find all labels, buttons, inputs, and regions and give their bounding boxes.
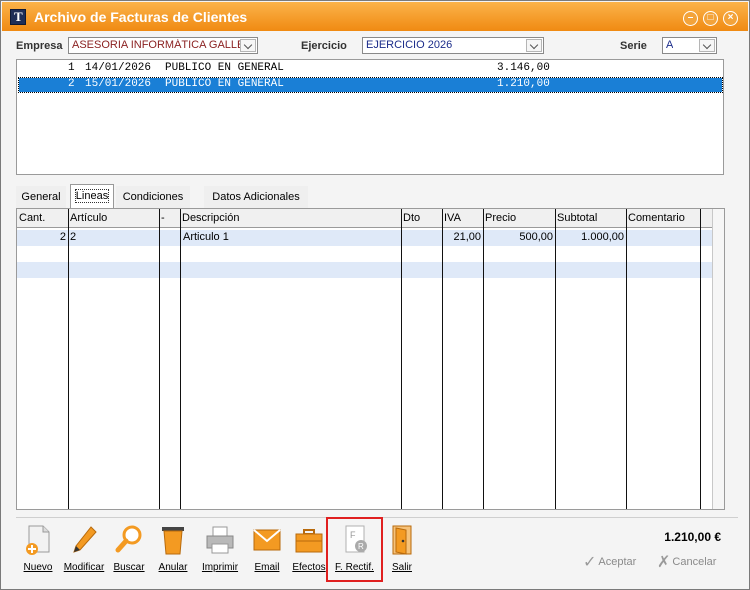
pencil-icon xyxy=(73,526,97,553)
anular-button[interactable]: Anular xyxy=(153,524,193,582)
table-row-empty[interactable] xyxy=(17,246,714,262)
envelope-icon xyxy=(253,529,281,551)
close-icon[interactable]: × xyxy=(723,11,738,26)
column-divider xyxy=(700,209,701,509)
cell-precio: 500,00 xyxy=(519,231,553,243)
app-logo-icon xyxy=(10,9,26,25)
column-divider xyxy=(483,209,484,509)
checkmark-icon: ✓ xyxy=(583,554,597,571)
ejercicio-select[interactable]: EJERCICIO 2026 xyxy=(362,37,544,54)
cancelar-button[interactable]: ✗ Cancelar xyxy=(657,552,717,571)
invoice-total: 1.210,00 € xyxy=(664,530,721,544)
chevron-down-icon[interactable] xyxy=(699,39,715,52)
efectos-button[interactable]: Efectos xyxy=(289,524,329,582)
invoice-date: 14/01/2026 xyxy=(85,62,152,74)
serie-select[interactable]: A xyxy=(662,37,717,54)
tab-datos-adicionales[interactable]: Datos Adicionales xyxy=(204,186,308,208)
column-divider xyxy=(626,209,627,509)
invoice-number: 1 xyxy=(68,62,75,74)
invoice-row-selected[interactable]: 2 15/01/2026 PUBLICO EN GENERAL 1.210,00 xyxy=(18,77,723,93)
col-iva[interactable]: IVA xyxy=(444,212,461,224)
col-descripcion[interactable]: Descripción xyxy=(182,212,239,224)
window-title: Archivo de Facturas de Clientes xyxy=(34,9,248,25)
grid-header: Cant. Artículo - Descripción Dto IVA Pre… xyxy=(17,209,714,228)
briefcase-icon xyxy=(295,529,323,553)
maximize-icon[interactable]: □ xyxy=(703,11,718,26)
col-articulo[interactable]: Artículo xyxy=(70,212,107,224)
buscar-label: Buscar xyxy=(113,562,145,573)
col-cant[interactable]: Cant. xyxy=(19,212,45,224)
empresa-select[interactable]: ASESORIA INFORMÁTICA GALLEG xyxy=(68,37,258,54)
cell-iva: 21,00 xyxy=(453,231,481,243)
imprimir-label: Imprimir xyxy=(201,562,239,573)
grid-scrollbar[interactable] xyxy=(712,209,724,509)
minimize-icon[interactable]: – xyxy=(683,11,698,26)
col-precio[interactable]: Precio xyxy=(485,212,516,224)
cancelar-label: Cancelar xyxy=(672,556,717,568)
buscar-button[interactable]: Buscar xyxy=(108,524,150,582)
aceptar-label: Aceptar xyxy=(598,556,637,568)
table-row-empty[interactable] xyxy=(17,262,714,278)
salir-button[interactable]: Salir xyxy=(385,524,419,582)
column-divider xyxy=(555,209,556,509)
trash-bin-icon xyxy=(162,527,184,555)
tab-lineas[interactable]: Lineas xyxy=(70,184,114,208)
salir-label: Salir xyxy=(391,562,412,573)
invoice-date: 15/01/2026 xyxy=(85,78,152,90)
invoice-lines-grid[interactable]: Cant. Artículo - Descripción Dto IVA Pre… xyxy=(16,208,725,510)
empresa-label: Empresa xyxy=(16,40,63,52)
chevron-down-icon[interactable] xyxy=(526,39,542,52)
serie-label: Serie xyxy=(620,40,647,52)
printer-icon xyxy=(206,526,234,554)
column-divider xyxy=(442,209,443,509)
magnifier-icon xyxy=(115,525,142,553)
table-row[interactable]: 2 2 Articulo 1 21,00 500,00 1.000,00 xyxy=(17,230,714,246)
modificar-label: Modificar xyxy=(63,562,105,573)
email-button[interactable]: Email xyxy=(247,524,287,582)
cell-subtotal: 1.000,00 xyxy=(581,231,624,243)
serie-value: A xyxy=(666,39,674,51)
col-dto[interactable]: Dto xyxy=(403,212,420,224)
cell-descripcion: Articulo 1 xyxy=(183,231,229,243)
nuevo-button[interactable]: Nuevo xyxy=(16,524,60,582)
column-divider xyxy=(180,209,181,509)
col-subtotal[interactable]: Subtotal xyxy=(557,212,597,224)
title-bar[interactable]: Archivo de Facturas de Clientes – □ × xyxy=(2,2,748,31)
invoice-amount: 3.146,00 xyxy=(497,62,550,74)
tab-general[interactable]: General xyxy=(16,186,66,208)
cross-icon: ✗ xyxy=(657,554,671,571)
cell-articulo: 2 xyxy=(70,231,77,243)
empresa-value: ASESORIA INFORMÁTICA GALLEG xyxy=(72,39,240,51)
column-divider xyxy=(159,209,160,509)
invoice-number: 2 xyxy=(68,78,75,90)
column-divider xyxy=(401,209,402,509)
ejercicio-label: Ejercicio xyxy=(301,40,347,52)
col-dash[interactable]: - xyxy=(161,212,165,224)
highlight-f-rectif xyxy=(326,517,383,582)
tab-condiciones[interactable]: Condiciones xyxy=(116,186,190,208)
exit-door-icon xyxy=(392,525,412,555)
invoice-amount: 1.210,00 xyxy=(497,78,550,90)
cell-cant: 2 xyxy=(59,231,66,243)
chevron-down-icon[interactable] xyxy=(240,39,256,52)
invoice-row[interactable]: 1 14/01/2026 PUBLICO EN GENERAL 3.146,00 xyxy=(19,62,722,76)
column-divider xyxy=(68,209,69,509)
invoice-client: PUBLICO EN GENERAL xyxy=(165,78,284,90)
efectos-label: Efectos xyxy=(292,562,326,573)
invoice-client: PUBLICO EN GENERAL xyxy=(165,62,284,74)
invoice-list[interactable]: 1 14/01/2026 PUBLICO EN GENERAL 3.146,00… xyxy=(16,59,724,175)
email-label: Email xyxy=(254,562,280,573)
col-comentario[interactable]: Comentario xyxy=(628,212,685,224)
anular-label: Anular xyxy=(158,562,188,573)
ejercicio-value: EJERCICIO 2026 xyxy=(366,39,453,51)
new-document-icon xyxy=(26,525,50,555)
modificar-button[interactable]: Modificar xyxy=(61,524,107,582)
imprimir-button[interactable]: Imprimir xyxy=(198,524,242,582)
aceptar-button[interactable]: ✓ Aceptar xyxy=(583,552,637,571)
nuevo-label: Nuevo xyxy=(23,562,53,573)
invoice-archive-window: Archivo de Facturas de Clientes – □ × Em… xyxy=(0,0,750,590)
